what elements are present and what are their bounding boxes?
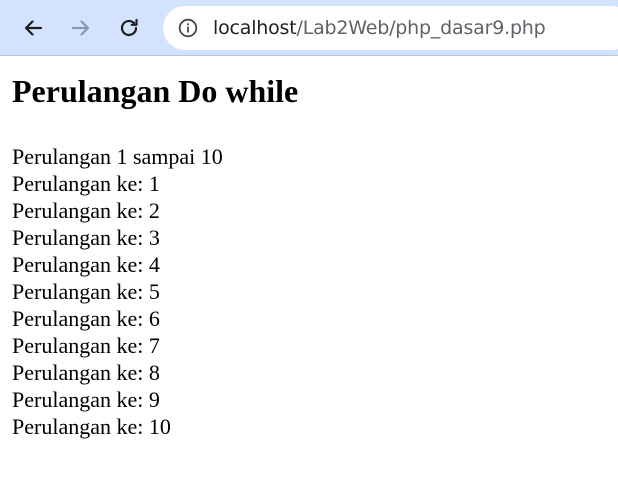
- list-item: Perulangan ke: 4: [12, 252, 160, 277]
- arrow-right-icon: [71, 20, 90, 36]
- back-button[interactable]: [17, 12, 49, 44]
- list-item: Perulangan ke: 5: [12, 279, 160, 304]
- browser-toolbar: localhost/Lab2Web/php_dasar9.php: [0, 0, 618, 56]
- url-host: localhost: [213, 17, 297, 39]
- intro-text: Perulangan 1 sampai 10: [12, 144, 223, 169]
- url-text[interactable]: localhost/Lab2Web/php_dasar9.php: [213, 17, 546, 39]
- loop-output-list: Perulangan ke: 1 Perulangan ke: 2 Perula…: [12, 170, 612, 440]
- reload-icon: [120, 18, 138, 37]
- list-item: Perulangan ke: 7: [12, 333, 160, 358]
- address-bar[interactable]: localhost/Lab2Web/php_dasar9.php: [163, 6, 618, 50]
- info-icon[interactable]: [178, 18, 198, 38]
- url-path: /Lab2Web/php_dasar9.php: [296, 17, 546, 39]
- list-item: Perulangan ke: 8: [12, 360, 160, 385]
- page-heading: Perulangan Do while: [12, 73, 299, 109]
- list-item: Perulangan ke: 3: [12, 225, 160, 250]
- list-item: Perulangan ke: 2: [12, 198, 160, 223]
- forward-button[interactable]: [65, 12, 97, 44]
- list-item: Perulangan ke: 10: [12, 414, 171, 439]
- list-item: Perulangan ke: 1: [12, 171, 160, 196]
- list-item: Perulangan ke: 9: [12, 387, 160, 412]
- page-content: Perulangan Do while Perulangan 1 sampai …: [12, 56, 612, 440]
- list-item: Perulangan ke: 6: [12, 306, 160, 331]
- arrow-left-icon: [24, 20, 43, 36]
- reload-button[interactable]: [113, 12, 145, 44]
